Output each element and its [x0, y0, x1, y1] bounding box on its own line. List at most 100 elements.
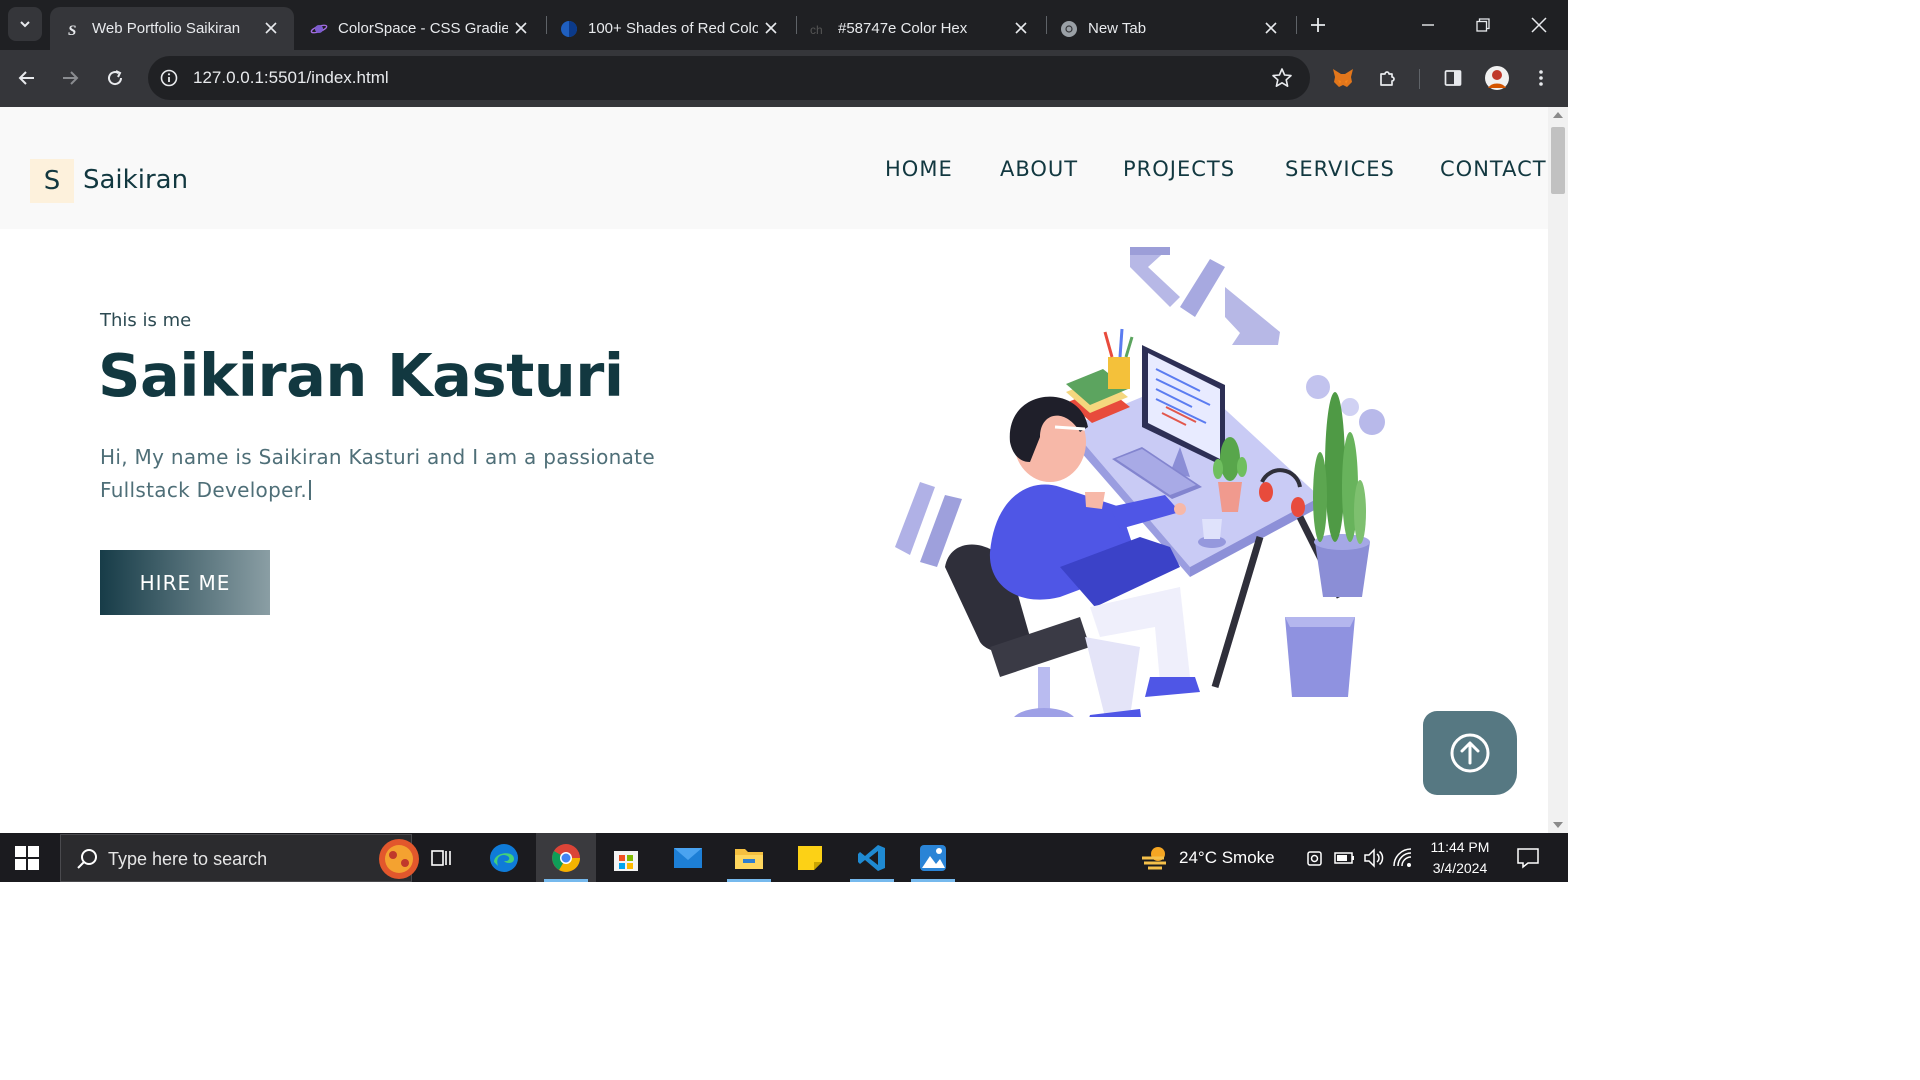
edge-app-button[interactable] [474, 833, 534, 882]
scroll-down-arrow-icon[interactable] [1553, 822, 1563, 828]
battery-icon[interactable] [1334, 847, 1356, 869]
restore-icon [1476, 18, 1490, 32]
chrome-icon [1060, 20, 1078, 38]
logo-name[interactable]: Saikiran [83, 165, 188, 195]
nav-link-contact[interactable]: CONTACT [1440, 157, 1547, 181]
tab-title: Web Portfolio Saikiran [92, 20, 241, 37]
tab-colorspace[interactable]: ColorSpace - CSS Gradient [296, 7, 544, 50]
volume-icon[interactable] [1363, 847, 1385, 869]
wifi-icon[interactable] [1392, 847, 1414, 869]
new-tab-button[interactable] [1306, 13, 1330, 37]
planet-icon [310, 20, 328, 38]
side-panel-icon [1444, 70, 1462, 86]
address-bar[interactable]: 127.0.0.1:5501/index.html [148, 56, 1310, 100]
taskbar-search-box[interactable]: Type here to search [60, 834, 419, 882]
arrow-right-icon [63, 71, 79, 85]
chevron-down-icon [20, 21, 30, 28]
close-icon [1531, 17, 1547, 33]
side-panel-button[interactable] [1438, 63, 1468, 93]
tab-color-hex[interactable]: ch #58747e Color Hex [796, 7, 1044, 50]
colorhexa-icon: ch [810, 20, 828, 38]
svg-text:S: S [68, 23, 76, 38]
weather-icon[interactable] [1140, 844, 1170, 872]
clock-date: 3/4/2024 [1432, 860, 1488, 876]
vscode-app-button[interactable] [842, 833, 902, 882]
logo-mark[interactable]: S [30, 159, 74, 203]
scroll-to-top-button[interactable] [1423, 711, 1517, 795]
close-window-button[interactable] [1526, 12, 1552, 38]
hero-description: Hi, My name is Saikiran Kasturi and I am… [100, 441, 700, 507]
taskbar-clock[interactable]: 11:44 PM 3/4/2024 [1422, 837, 1498, 879]
reload-button[interactable] [100, 63, 130, 93]
nav-link-services[interactable]: SERVICES [1285, 157, 1395, 181]
restore-button[interactable] [1470, 12, 1496, 38]
developer-illustration [895, 247, 1385, 717]
arrow-left-icon [18, 71, 34, 85]
nav-link-home[interactable]: HOME [885, 157, 953, 181]
mail-icon [674, 847, 702, 868]
meet-now-icon[interactable] [1305, 847, 1327, 869]
forward-button[interactable] [55, 63, 85, 93]
tab-web-portfolio[interactable]: S Web Portfolio Saikiran [50, 7, 294, 50]
url-text[interactable]: 127.0.0.1:5501/index.html [193, 68, 389, 88]
browser-menu-button[interactable] [1526, 63, 1556, 93]
plus-icon [1311, 18, 1325, 32]
extensions-button[interactable] [1373, 63, 1403, 93]
site-info-icon[interactable] [158, 67, 180, 89]
back-button[interactable] [12, 63, 42, 93]
vscode-icon [858, 844, 885, 871]
edge-icon [490, 843, 518, 872]
photos-icon [920, 844, 946, 871]
tab-new-tab[interactable]: New Tab [1046, 7, 1294, 50]
avatar [1485, 66, 1509, 90]
svg-text:ch: ch [810, 23, 823, 37]
store-app-button[interactable] [596, 833, 656, 882]
toolbar-separator [1419, 69, 1420, 89]
minimize-icon [1422, 24, 1434, 26]
scroll-up-arrow-icon[interactable] [1553, 112, 1563, 118]
hire-me-button[interactable]: HIRE ME [100, 550, 270, 615]
tab-title: ColorSpace - CSS Gradient [338, 20, 508, 37]
close-tab-icon[interactable] [512, 19, 530, 37]
s-logo-icon: S [64, 20, 82, 38]
tab-title: #58747e Color Hex [838, 20, 968, 37]
tab-title: New Tab [1088, 20, 1147, 37]
nav-link-projects[interactable]: PROJECTS [1123, 157, 1235, 181]
metamask-extension-button[interactable] [1328, 63, 1358, 93]
tab-separator [1296, 16, 1297, 34]
photos-app-button[interactable] [903, 833, 963, 882]
hero-description-text: Hi, My name is Saikiran Kasturi and I am… [100, 445, 655, 502]
file-explorer-app-button[interactable] [719, 833, 779, 882]
page-viewport: S Saikiran HOME ABOUT PROJECTS SERVICES … [0, 107, 1548, 833]
store-icon [614, 850, 638, 871]
browser-tabstrip: S Web Portfolio Saikiran ColorSpace - CS… [0, 0, 1568, 50]
scrollbar-thumb[interactable] [1551, 127, 1565, 194]
file-explorer-icon [735, 848, 763, 869]
windows-start-icon[interactable] [14, 845, 40, 871]
fox-icon [1333, 69, 1353, 87]
mail-app-button[interactable] [658, 833, 718, 882]
tab-search-button[interactable] [8, 7, 42, 41]
close-tab-icon[interactable] [262, 19, 280, 37]
close-tab-icon[interactable] [1262, 19, 1280, 37]
chrome-app-button[interactable] [536, 833, 596, 882]
page-scrollbar[interactable] [1548, 107, 1568, 833]
typing-caret [309, 480, 312, 500]
minimize-button[interactable] [1415, 12, 1441, 38]
weather-text[interactable]: 24°C Smoke [1179, 848, 1275, 868]
search-icon [77, 849, 97, 869]
close-tab-icon[interactable] [1012, 19, 1030, 37]
profile-button[interactable] [1482, 63, 1512, 93]
bookmark-star-icon[interactable] [1270, 66, 1294, 90]
sticky-notes-app-button[interactable] [780, 833, 840, 882]
nav-link-about[interactable]: ABOUT [1000, 157, 1078, 181]
site-header: S Saikiran HOME ABOUT PROJECTS SERVICES … [0, 107, 1548, 229]
notifications-icon[interactable] [1516, 846, 1540, 870]
task-view-button[interactable] [411, 833, 471, 882]
close-tab-icon[interactable] [762, 19, 780, 37]
clock-time: 11:44 PM [1430, 839, 1490, 855]
sticky-notes-icon [798, 845, 822, 870]
chrome-icon [552, 843, 580, 872]
logo-letter: S [43, 166, 61, 196]
tab-shades-of-red[interactable]: 100+ Shades of Red Color [546, 7, 794, 50]
